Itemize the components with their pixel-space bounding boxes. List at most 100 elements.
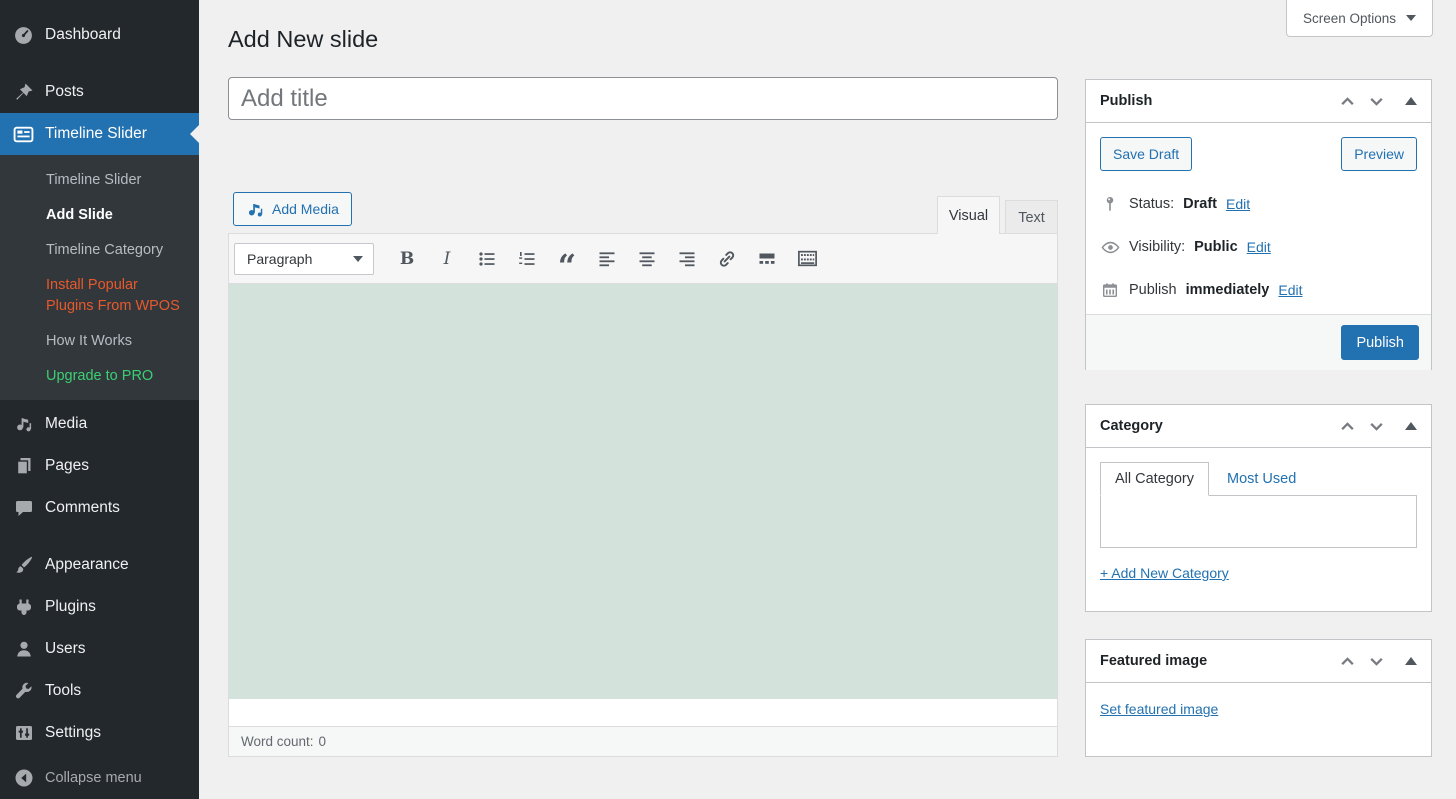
toggle-panel-icon[interactable] [1405, 416, 1417, 430]
category-metabox-header: Category [1086, 405, 1431, 448]
move-down-icon[interactable] [1368, 653, 1385, 670]
featured-image-metabox: Featured image Set featured image [1085, 639, 1432, 757]
category-list-panel[interactable] [1100, 495, 1417, 548]
tab-most-used[interactable]: Most Used [1227, 463, 1296, 495]
user-icon [13, 639, 34, 660]
editor-resize-strip[interactable] [229, 699, 1057, 726]
save-draft-button[interactable]: Save Draft [1100, 137, 1192, 171]
tab-visual[interactable]: Visual [937, 196, 1000, 234]
visibility-label: Visibility: [1129, 239, 1185, 255]
calendar-icon [1100, 280, 1120, 300]
submenu-item-timeline-slider[interactable]: Timeline Slider [0, 163, 199, 198]
screen-options-button[interactable]: Screen Options [1286, 0, 1433, 37]
edit-schedule-link[interactable]: Edit [1278, 282, 1302, 298]
submenu-item-install-popular-plugins[interactable]: Install Popular Plugins From WPOS [0, 268, 199, 324]
publish-button[interactable]: Publish [1341, 325, 1419, 360]
paragraph-format-select[interactable]: Paragraph [234, 243, 374, 275]
sidebar-item-label: Plugins [45, 598, 96, 616]
featured-image-metabox-body: Set featured image [1086, 683, 1431, 733]
dashboard-icon [13, 25, 34, 46]
media-icon [246, 200, 265, 219]
category-title: Category [1100, 418, 1339, 434]
add-media-button[interactable]: Add Media [233, 192, 352, 226]
set-featured-image-link[interactable]: Set featured image [1100, 701, 1218, 717]
plug-icon [13, 597, 34, 618]
collapse-menu-button[interactable]: Collapse menu [0, 757, 199, 799]
toolbar-toggle-keyboard-button[interactable] [790, 244, 824, 274]
tab-text[interactable]: Text [1005, 200, 1058, 234]
add-media-label: Add Media [272, 201, 339, 217]
submenu-item-how-it-works[interactable]: How It Works [0, 324, 199, 359]
sidebar-item-media[interactable]: Media [0, 403, 199, 445]
sidebar-item-tools[interactable]: Tools [0, 670, 199, 712]
admin-sidebar: Dashboard Posts Timeline Slider Timeline… [0, 0, 199, 799]
move-down-icon[interactable] [1368, 418, 1385, 435]
title-input[interactable] [228, 77, 1058, 120]
bold-button[interactable]: B [390, 244, 424, 274]
sidebar-item-label: Comments [45, 499, 120, 517]
move-down-icon[interactable] [1368, 93, 1385, 110]
publish-title: Publish [1100, 93, 1339, 109]
post-status-pin-icon [1100, 194, 1120, 214]
submenu-item-timeline-category[interactable]: Timeline Category [0, 233, 199, 268]
sidebar-item-plugins[interactable]: Plugins [0, 586, 199, 628]
editor-content-area[interactable] [229, 284, 1057, 699]
word-count-value: 0 [319, 734, 327, 749]
format-select-value: Paragraph [247, 251, 312, 267]
align-center-button[interactable] [630, 244, 664, 274]
sidebar-item-posts[interactable]: Posts [0, 71, 199, 113]
editor-toolbar: Paragraph B I “ [229, 234, 1057, 284]
toggle-panel-icon[interactable] [1405, 651, 1417, 665]
publish-metabox: Publish Save Draft Preview Status: Draft… [1085, 79, 1432, 370]
sidebar-item-pages[interactable]: Pages [0, 445, 199, 487]
preview-button[interactable]: Preview [1341, 137, 1417, 171]
read-more-tag-button[interactable] [750, 244, 784, 274]
word-count-label: Word count: [241, 734, 314, 749]
move-up-icon[interactable] [1339, 653, 1356, 670]
category-metabox-body: All Category Most Used + Add New Categor… [1086, 448, 1431, 597]
sidebar-item-users[interactable]: Users [0, 628, 199, 670]
sidebar-item-comments[interactable]: Comments [0, 487, 199, 529]
timeline-slider-submenu: Timeline Slider Add Slide Timeline Categ… [0, 155, 199, 400]
pages-icon [13, 456, 34, 477]
add-new-category-link[interactable]: + Add New Category [1100, 565, 1229, 581]
italic-button[interactable]: I [430, 244, 464, 274]
move-up-icon[interactable] [1339, 418, 1356, 435]
edit-status-link[interactable]: Edit [1226, 196, 1250, 212]
sidebar-item-label: Tools [45, 682, 81, 700]
sidebar-item-settings[interactable]: Settings [0, 712, 199, 754]
submenu-item-add-slide[interactable]: Add Slide [0, 198, 199, 233]
tab-all-category[interactable]: All Category [1100, 462, 1209, 496]
publish-metabox-footer: Publish [1086, 314, 1431, 370]
content-editor: Paragraph B I “ Word cou [228, 233, 1058, 757]
sidebar-item-label: Dashboard [45, 26, 121, 44]
move-up-icon[interactable] [1339, 93, 1356, 110]
status-label: Status: [1129, 196, 1174, 212]
publish-metabox-body: Save Draft Preview Status: Draft Edit Vi… [1086, 123, 1431, 314]
sidebar-item-dashboard[interactable]: Dashboard [0, 14, 199, 56]
chevron-down-icon [1406, 15, 1416, 26]
slides-icon [13, 124, 34, 145]
sidebar-item-label: Users [45, 640, 85, 658]
comment-icon [13, 498, 34, 519]
category-metabox: Category All Category Most Used + Add Ne… [1085, 404, 1432, 612]
media-icon [13, 414, 34, 435]
status-row: Status: Draft Edit [1100, 194, 1417, 214]
align-right-button[interactable] [670, 244, 704, 274]
edit-visibility-link[interactable]: Edit [1247, 239, 1271, 255]
blockquote-button[interactable]: “ [550, 244, 584, 274]
toggle-panel-icon[interactable] [1405, 91, 1417, 105]
page-title: Add New slide [228, 26, 378, 53]
sidebar-item-label: Media [45, 415, 87, 433]
pin-icon [13, 82, 34, 103]
submenu-item-upgrade-to-pro[interactable]: Upgrade to PRO [0, 359, 199, 394]
align-left-button[interactable] [590, 244, 624, 274]
wrench-icon [13, 681, 34, 702]
sidebar-item-timeline-slider[interactable]: Timeline Slider [0, 113, 199, 155]
bulleted-list-button[interactable] [470, 244, 504, 274]
sidebar-item-label: Settings [45, 724, 101, 742]
insert-link-button[interactable] [710, 244, 744, 274]
schedule-row: Publish immediately Edit [1100, 280, 1417, 300]
numbered-list-button[interactable] [510, 244, 544, 274]
sidebar-item-appearance[interactable]: Appearance [0, 544, 199, 586]
